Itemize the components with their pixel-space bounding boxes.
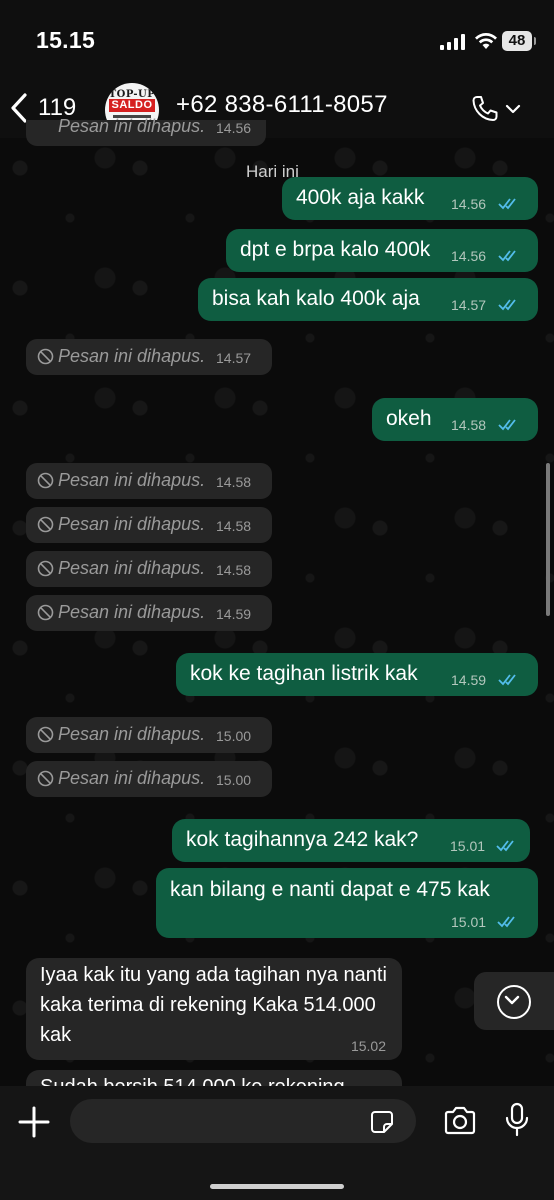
- camera-icon[interactable]: [443, 1106, 477, 1136]
- outgoing-message[interactable]: bisa kah kalo 400k aja 14.57: [198, 278, 538, 321]
- wifi-icon: [475, 33, 497, 49]
- cellular-signal-icon: [440, 34, 465, 50]
- avatar-logo-line2: SALDO: [109, 99, 155, 112]
- outgoing-message[interactable]: 400k aja kakk 14.56: [282, 177, 538, 220]
- outgoing-message[interactable]: dpt e brpa kalo 400k 14.56: [226, 229, 538, 272]
- read-ticks-icon: [498, 250, 516, 262]
- deleted-message[interactable]: Pesan ini dihapus. 15.00: [26, 717, 272, 753]
- plus-icon[interactable]: [14, 1102, 54, 1142]
- outgoing-message[interactable]: kok ke tagihan listrik kak 14.59: [176, 653, 538, 696]
- chevron-down-circle-icon: [497, 985, 531, 1019]
- scroll-down-button[interactable]: [474, 972, 554, 1030]
- deleted-message[interactable]: Pesan ini dihapus. 14.57: [26, 339, 272, 375]
- blocked-icon: [37, 726, 54, 743]
- deleted-message[interactable]: Pesan ini dihapus. 15.00: [26, 761, 272, 797]
- blocked-icon: [37, 516, 54, 533]
- chevron-down-icon: [505, 104, 521, 114]
- status-bar: 15.15 48: [0, 0, 554, 80]
- blocked-icon: [37, 348, 54, 365]
- phone-icon: [472, 96, 498, 121]
- sticker-icon[interactable]: [370, 1110, 394, 1134]
- read-ticks-icon: [496, 840, 514, 852]
- outgoing-message[interactable]: okeh 14.58: [372, 398, 538, 441]
- blocked-icon: [37, 604, 54, 621]
- deleted-message[interactable]: Pesan ini dihapus. 14.59: [26, 595, 272, 631]
- deleted-message[interactable]: Pesan ini dihapus. 14.56: [26, 116, 266, 146]
- message-input[interactable]: [70, 1099, 416, 1143]
- microphone-icon[interactable]: [504, 1102, 530, 1138]
- battery-icon: 48: [502, 31, 536, 51]
- read-ticks-icon: [497, 916, 515, 928]
- blocked-icon: [37, 472, 54, 489]
- status-time: 15.15: [36, 27, 96, 53]
- outgoing-message[interactable]: kok tagihannya 242 kak? 15.01: [172, 819, 530, 862]
- call-button[interactable]: [470, 88, 530, 130]
- home-indicator: [210, 1184, 344, 1189]
- incoming-message[interactable]: Iyaa kak itu yang ada tagihan nya nanti …: [26, 958, 402, 1060]
- blocked-icon: [37, 560, 54, 577]
- read-ticks-icon: [498, 674, 516, 686]
- read-ticks-icon: [498, 419, 516, 431]
- read-ticks-icon: [498, 299, 516, 311]
- composer-bar: [0, 1086, 554, 1200]
- contact-title[interactable]: +62 838-6111-8057: [176, 91, 388, 119]
- deleted-message[interactable]: Pesan ini dihapus. 14.58: [26, 551, 272, 587]
- deleted-message[interactable]: Pesan ini dihapus. 14.58: [26, 507, 272, 543]
- blocked-icon: [37, 770, 54, 787]
- scrollbar[interactable]: [546, 463, 550, 616]
- outgoing-message[interactable]: kan bilang e nanti dapat e 475 kak 15.01: [156, 868, 538, 938]
- read-ticks-icon: [498, 198, 516, 210]
- deleted-message[interactable]: Pesan ini dihapus. 14.58: [26, 463, 272, 499]
